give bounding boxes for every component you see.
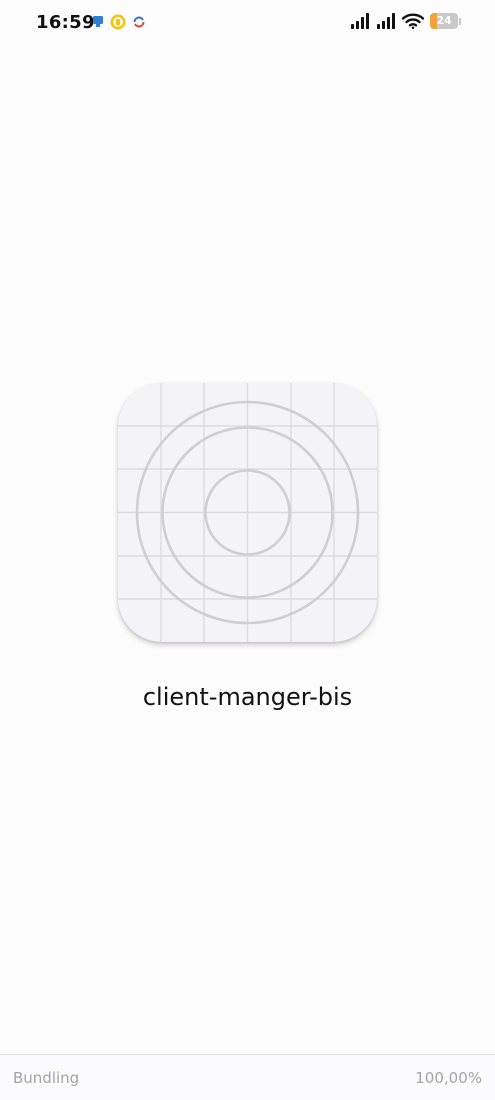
message-icon [93,16,103,27]
battery-icon: 24 [430,13,458,29]
status-bar: 16:59 24 [0,0,495,48]
app-loading-screen: 16:59 24 client-manger-bis Bundling 100,… [0,0,495,1100]
signal-icon [351,13,369,29]
bundling-label: Bundling [13,1069,80,1087]
notification-icons [92,14,146,30]
bundling-progress-bar: Bundling 100,00% [0,1054,495,1100]
coin-icon [110,14,126,30]
system-icons: 24 [350,13,461,29]
app-placeholder-grid-icon [118,383,377,642]
wifi-icon [402,13,424,29]
bundling-percent: 100,00% [415,1069,482,1087]
status-time: 16:59 [36,12,95,33]
app-name: client-manger-bis [142,683,353,711]
signal-icon [377,13,395,29]
sync-icon [133,16,145,28]
battery-level-text: 24 [436,14,452,27]
battery-cap [459,17,461,25]
